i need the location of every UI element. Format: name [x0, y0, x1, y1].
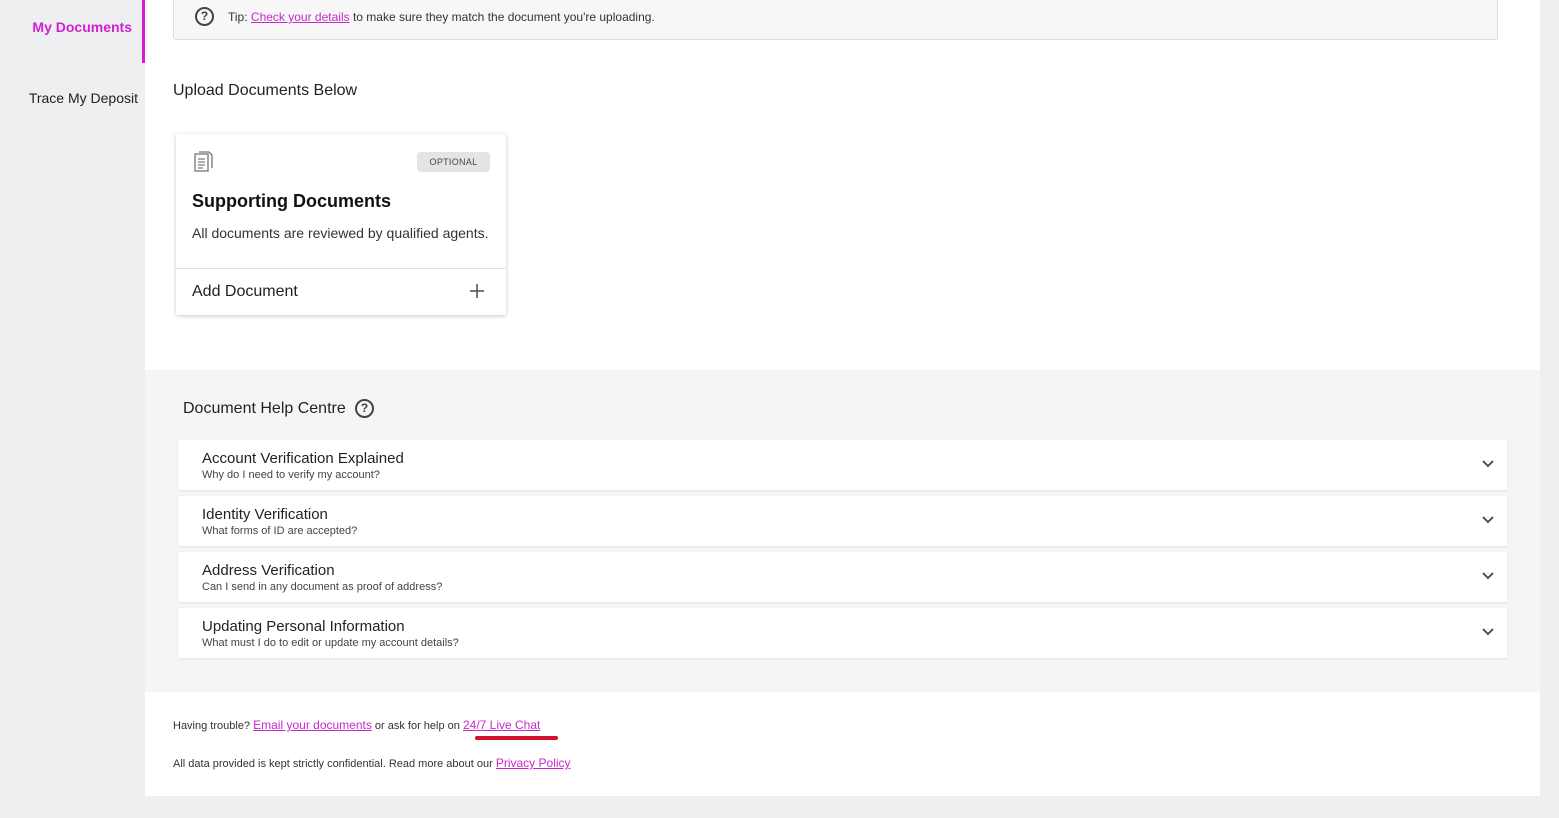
sidebar: My Documents Trace My Deposit: [0, 0, 145, 818]
add-document-label: Add Document: [192, 283, 298, 300]
chevron-down-icon: [1482, 516, 1494, 524]
privacy-policy-link[interactable]: Privacy Policy: [496, 756, 571, 770]
accordion-title: Identity Verification: [202, 506, 328, 523]
accordion-address-verification[interactable]: Address Verification Can I send in any d…: [178, 552, 1507, 602]
check-details-link[interactable]: Check your details: [251, 10, 350, 24]
sidebar-item-trace-my-deposit[interactable]: Trace My Deposit: [0, 90, 145, 106]
tip-banner: ? Tip: Check your details to make sure t…: [173, 0, 1498, 40]
confidential-text: All data provided is kept strictly confi…: [173, 758, 493, 770]
accordion-identity-verification[interactable]: Identity Verification What forms of ID a…: [178, 496, 1507, 546]
accordion-subtitle: What forms of ID are accepted?: [202, 525, 358, 537]
trouble-middle: or ask for help on: [374, 720, 460, 732]
accordion-subtitle: What must I do to edit or update my acco…: [202, 637, 459, 649]
card-description: All documents are reviewed by qualified …: [192, 225, 489, 241]
plus-icon: [470, 284, 484, 298]
accordion-updating-personal-information[interactable]: Updating Personal Information What must …: [178, 608, 1507, 658]
supporting-documents-card: OPTIONAL Supporting Documents All docume…: [176, 134, 506, 315]
card-title: Supporting Documents: [192, 191, 391, 211]
accordion-title: Address Verification: [202, 562, 335, 579]
document-help-centre: Document Help Centre ? Account Verificat…: [145, 370, 1540, 692]
accordion-title: Updating Personal Information: [202, 618, 405, 635]
footer-confidential-text: All data provided is kept strictly confi…: [173, 756, 571, 770]
help-circle-icon[interactable]: ?: [355, 399, 374, 418]
help-circle-icon: ?: [195, 7, 214, 26]
chevron-down-icon: [1482, 460, 1494, 468]
document-icon: [194, 151, 213, 172]
tip-prefix: Tip:: [228, 10, 248, 24]
main-panel: ? Tip: Check your details to make sure t…: [145, 0, 1540, 796]
accordion-account-verification[interactable]: Account Verification Explained Why do I …: [178, 440, 1507, 490]
accordion-title: Account Verification Explained: [202, 450, 404, 467]
optional-badge: OPTIONAL: [417, 152, 490, 172]
sidebar-item-my-documents[interactable]: My Documents: [0, 0, 145, 63]
chevron-down-icon: [1482, 628, 1494, 636]
accordion-subtitle: Can I send in any document as proof of a…: [202, 581, 443, 593]
live-chat-link[interactable]: 24/7 Live Chat: [463, 718, 540, 732]
upload-heading: Upload Documents Below: [173, 82, 358, 99]
tip-text: Tip: Check your details to make sure the…: [228, 10, 655, 24]
accordion-subtitle: Why do I need to verify my account?: [202, 469, 380, 481]
add-document-button[interactable]: Add Document: [176, 269, 506, 315]
footer-help-text: Having trouble? Email your documents or …: [173, 718, 540, 732]
tip-suffix: to make sure they match the document you…: [352, 10, 655, 24]
live-chat-highlight-mark: [475, 736, 558, 740]
trouble-prefix: Having trouble?: [173, 720, 251, 732]
chevron-down-icon: [1482, 572, 1494, 580]
email-documents-link[interactable]: Email your documents: [253, 718, 372, 732]
help-centre-heading: Document Help Centre: [183, 400, 346, 417]
